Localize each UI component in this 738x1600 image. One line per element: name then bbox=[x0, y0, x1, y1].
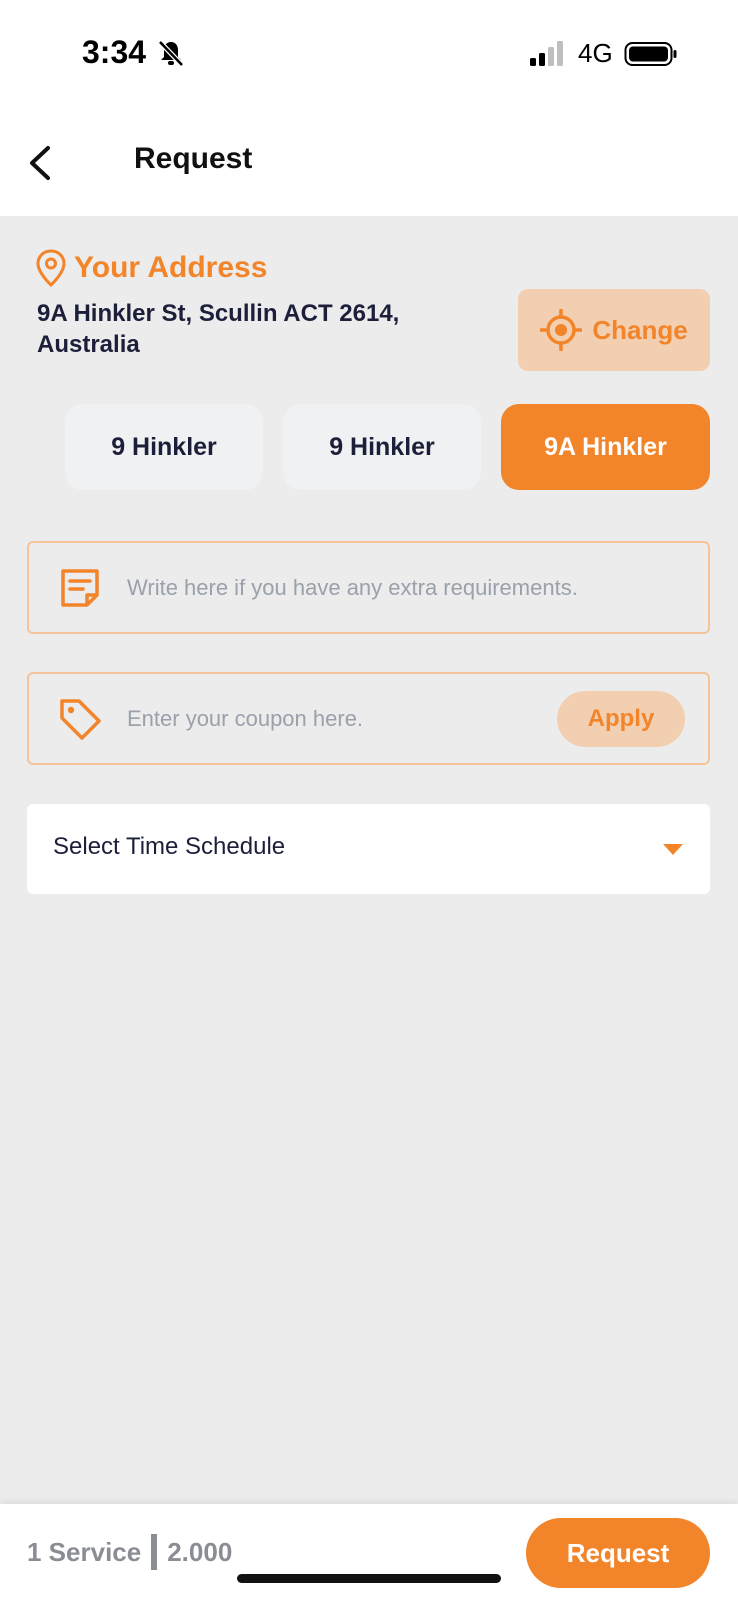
address-text: 9A Hinkler St, Scullin ACT 2614, Austral… bbox=[37, 300, 400, 358]
bell-off-icon bbox=[158, 40, 184, 67]
back-arrow-icon[interactable] bbox=[22, 140, 62, 186]
battery-icon bbox=[624, 42, 677, 66]
address-chip-1[interactable]: 9 Hinkler bbox=[65, 404, 263, 490]
apply-coupon-button[interactable]: Apply bbox=[557, 691, 685, 747]
coupon-input[interactable] bbox=[127, 694, 547, 744]
request-button[interactable]: Request bbox=[526, 1518, 710, 1588]
notes-input[interactable] bbox=[127, 563, 687, 613]
target-location-icon bbox=[540, 309, 583, 351]
status-time: 3:34 bbox=[82, 34, 147, 70]
footer-bar: 1 Service 2.000 Request bbox=[0, 1504, 738, 1600]
home-indicator bbox=[237, 1574, 501, 1583]
header: Request bbox=[0, 110, 738, 216]
summary-divider bbox=[151, 1534, 158, 1570]
status-bar: 3:34 4G bbox=[0, 0, 738, 110]
change-address-button[interactable]: Change bbox=[518, 289, 710, 371]
time-schedule-select[interactable]: Select Time Schedule bbox=[27, 804, 710, 894]
change-button-label: Change bbox=[592, 314, 688, 345]
location-pin-icon bbox=[36, 249, 66, 288]
address-chip-2[interactable]: 9 Hinkler bbox=[283, 404, 481, 490]
signal-icon bbox=[530, 41, 563, 66]
caret-down-icon bbox=[663, 844, 683, 855]
service-count: 1 Service bbox=[27, 1536, 142, 1567]
order-summary: 1 Service 2.000 bbox=[27, 1534, 232, 1570]
time-schedule-label: Select Time Schedule bbox=[53, 833, 286, 860]
page-title: Request bbox=[134, 142, 253, 175]
notes-field bbox=[27, 541, 710, 634]
note-icon bbox=[61, 568, 99, 607]
address-label: Your Address bbox=[74, 251, 268, 284]
network-type: 4G bbox=[578, 38, 613, 68]
total-price: 2.000 bbox=[167, 1536, 233, 1567]
coupon-field: Apply bbox=[27, 672, 710, 765]
address-chip-3-selected[interactable]: 9A Hinkler bbox=[501, 404, 710, 490]
address-heading: Your Address bbox=[34, 248, 267, 288]
tag-icon bbox=[60, 698, 101, 740]
